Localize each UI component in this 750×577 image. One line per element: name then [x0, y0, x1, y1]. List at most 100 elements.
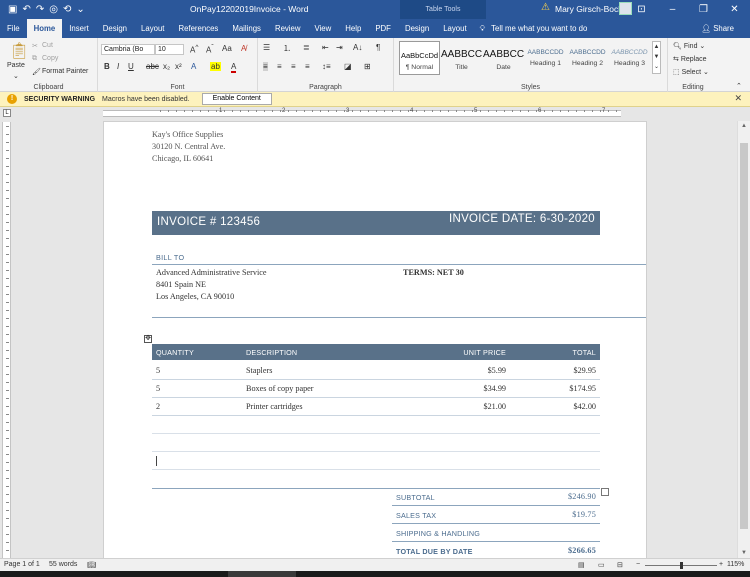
replace-button[interactable]: ⇆ Replace [673, 55, 707, 63]
word-count[interactable]: 55 words [49, 561, 77, 568]
table-row[interactable]: 5 Boxes of copy paper $34.99 $174.95 [152, 380, 600, 398]
table-move-handle-icon[interactable]: ✥ [144, 335, 152, 343]
tab-table-layout[interactable]: Layout [436, 19, 473, 38]
copy-button[interactable]: Copy [42, 55, 58, 62]
italic-icon[interactable]: I [117, 62, 119, 71]
tab-insert[interactable]: Insert [62, 19, 96, 38]
align-right-icon[interactable]: ≡ [291, 62, 296, 71]
proofing-icon[interactable]: 📖︎ [87, 561, 96, 569]
tell-me-box[interactable]: Tell me what you want to do [491, 24, 587, 33]
minimize-icon[interactable]: – [657, 0, 688, 19]
redo-icon[interactable]: ↷ [36, 4, 44, 15]
format-painter-icon[interactable]: 🖌︎ [32, 68, 41, 76]
font-name-box[interactable]: Cambria (Bo [101, 44, 155, 55]
change-case-icon[interactable]: Aa [222, 44, 232, 53]
empty-table-row[interactable] [152, 451, 600, 452]
ribbon-display-icon[interactable]: ⊡ [626, 0, 657, 19]
taskbar-active-item[interactable] [228, 571, 296, 577]
table-row[interactable]: 5 Staplers $5.99 $29.95 [152, 362, 600, 380]
vertical-scrollbar[interactable]: ▲ ▼ [737, 121, 750, 558]
restore-icon[interactable]: ❐ [688, 0, 719, 19]
scroll-down-icon[interactable]: ▼ [741, 550, 747, 556]
select-button[interactable]: ⬚ Select ⌄ [673, 68, 709, 76]
superscript-icon[interactable]: x² [175, 62, 182, 71]
zoom-out-icon[interactable]: − [636, 561, 640, 568]
bullets-icon[interactable]: ☰ [263, 43, 270, 52]
tab-table-design[interactable]: Design [398, 19, 436, 38]
tab-pdf[interactable]: PDF [368, 19, 398, 38]
style-heading-1[interactable]: AABBCCDD Heading 1 [525, 41, 566, 75]
decrease-indent-icon[interactable]: ⇤ [322, 43, 329, 52]
clear-formatting-icon[interactable]: A̸ [241, 44, 246, 53]
read-mode-icon[interactable]: ▤ [578, 561, 585, 569]
save-icon[interactable]: ▣ [8, 4, 17, 15]
empty-table-row[interactable] [152, 433, 600, 434]
subscript-icon[interactable]: x₂ [163, 62, 170, 71]
tab-review[interactable]: Review [268, 19, 308, 38]
warning-icon[interactable]: ⚠ [541, 2, 550, 13]
style-normal[interactable]: AaBbCcDd ¶ Normal [399, 41, 440, 75]
zoom-level[interactable]: 115% [727, 561, 744, 568]
customize-qat-icon[interactable]: ⌄ [76, 4, 84, 15]
tab-help[interactable]: Help [338, 19, 368, 38]
justify-icon[interactable]: ≡ [305, 62, 310, 71]
format-painter-button[interactable]: Format Painter [42, 68, 88, 75]
shrink-font-icon[interactable]: Aˇ [206, 44, 214, 55]
enable-content-button[interactable]: Enable Content [201, 93, 272, 105]
tab-references[interactable]: References [171, 19, 225, 38]
shading-icon[interactable]: ◪ [344, 62, 352, 71]
text-effects-icon[interactable]: A [191, 62, 196, 71]
numbering-icon[interactable]: ⒈ [283, 43, 291, 54]
bold-icon[interactable]: B [104, 62, 110, 71]
table-resize-handle[interactable] [601, 488, 609, 496]
multilevel-list-icon[interactable]: ≣ [303, 43, 310, 52]
underline-icon[interactable]: U [128, 62, 134, 71]
table-row[interactable]: 2 Printer cartridges $21.00 $42.00 [152, 398, 600, 416]
summary-row-shipping[interactable]: SHIPPING & HANDLING [392, 524, 600, 542]
font-size-box[interactable]: 10 [155, 44, 184, 55]
vertical-ruler[interactable] [2, 122, 11, 558]
grow-font-icon[interactable]: A^ [190, 44, 198, 55]
tab-layout[interactable]: Layout [134, 19, 171, 38]
user-name[interactable]: Mary Girsch-Bock [555, 4, 623, 14]
cut-icon[interactable]: ✂ [32, 42, 38, 50]
style-heading-2[interactable]: AABBCCDD Heading 2 [567, 41, 608, 75]
paste-button[interactable]: Paste [7, 62, 25, 69]
cut-button[interactable]: Cut [42, 42, 53, 49]
highlight-icon[interactable]: ab [210, 62, 221, 71]
summary-row-subtotal[interactable]: SUBTOTAL $246.90 [392, 488, 600, 506]
zoom-slider-thumb[interactable] [680, 562, 683, 569]
scroll-up-icon[interactable]: ▲ [741, 123, 747, 129]
font-color-icon[interactable]: A [231, 62, 237, 73]
tab-home[interactable]: Home [26, 19, 63, 38]
tab-mailings[interactable]: Mailings [225, 19, 268, 38]
style-date[interactable]: AABBCC Date [483, 41, 524, 75]
tab-view[interactable]: View [308, 19, 339, 38]
strikethrough-icon[interactable]: abc [146, 62, 159, 71]
tab-file[interactable]: File [0, 19, 27, 38]
close-icon[interactable]: ✕ [734, 93, 742, 104]
circle-icon[interactable]: ◎ [49, 4, 58, 15]
increase-indent-icon[interactable]: ⇥ [336, 43, 343, 52]
share-button[interactable]: 👤︎ Share [701, 19, 734, 38]
tab-selector-icon[interactable]: L [3, 109, 11, 117]
scrollbar-thumb[interactable] [740, 143, 748, 529]
line-spacing-icon[interactable]: ↕≡ [322, 62, 331, 71]
style-heading-3[interactable]: AABBCCDD Heading 3 [609, 41, 650, 75]
show-marks-icon[interactable]: ¶ [376, 43, 380, 52]
undo-icon[interactable]: ↶ [22, 4, 30, 15]
close-icon[interactable]: ✕ [719, 0, 750, 19]
align-center-icon[interactable]: ≡ [277, 62, 282, 71]
paste-dropdown-icon[interactable]: ⌄ [13, 72, 19, 80]
empty-table-row[interactable] [152, 469, 600, 470]
find-button[interactable]: 🔍︎ Find ⌄ [673, 42, 705, 50]
repeat-icon[interactable]: ⟲ [63, 4, 71, 15]
zoom-in-icon[interactable]: + [719, 561, 723, 568]
align-left-icon[interactable]: ≡ [263, 62, 268, 71]
copy-icon[interactable]: ⧉ [32, 55, 37, 63]
horizontal-ruler[interactable]: L 1 2 3 4 5 6 7 [0, 107, 750, 119]
print-layout-icon[interactable]: ▭ [598, 561, 605, 569]
styles-scroll-icon[interactable]: ▲ ▼ ⌄ [652, 41, 661, 74]
style-title[interactable]: AABBCC Title [441, 41, 482, 75]
summary-row-sales-tax[interactable]: SALES TAX $19.75 [392, 506, 600, 524]
